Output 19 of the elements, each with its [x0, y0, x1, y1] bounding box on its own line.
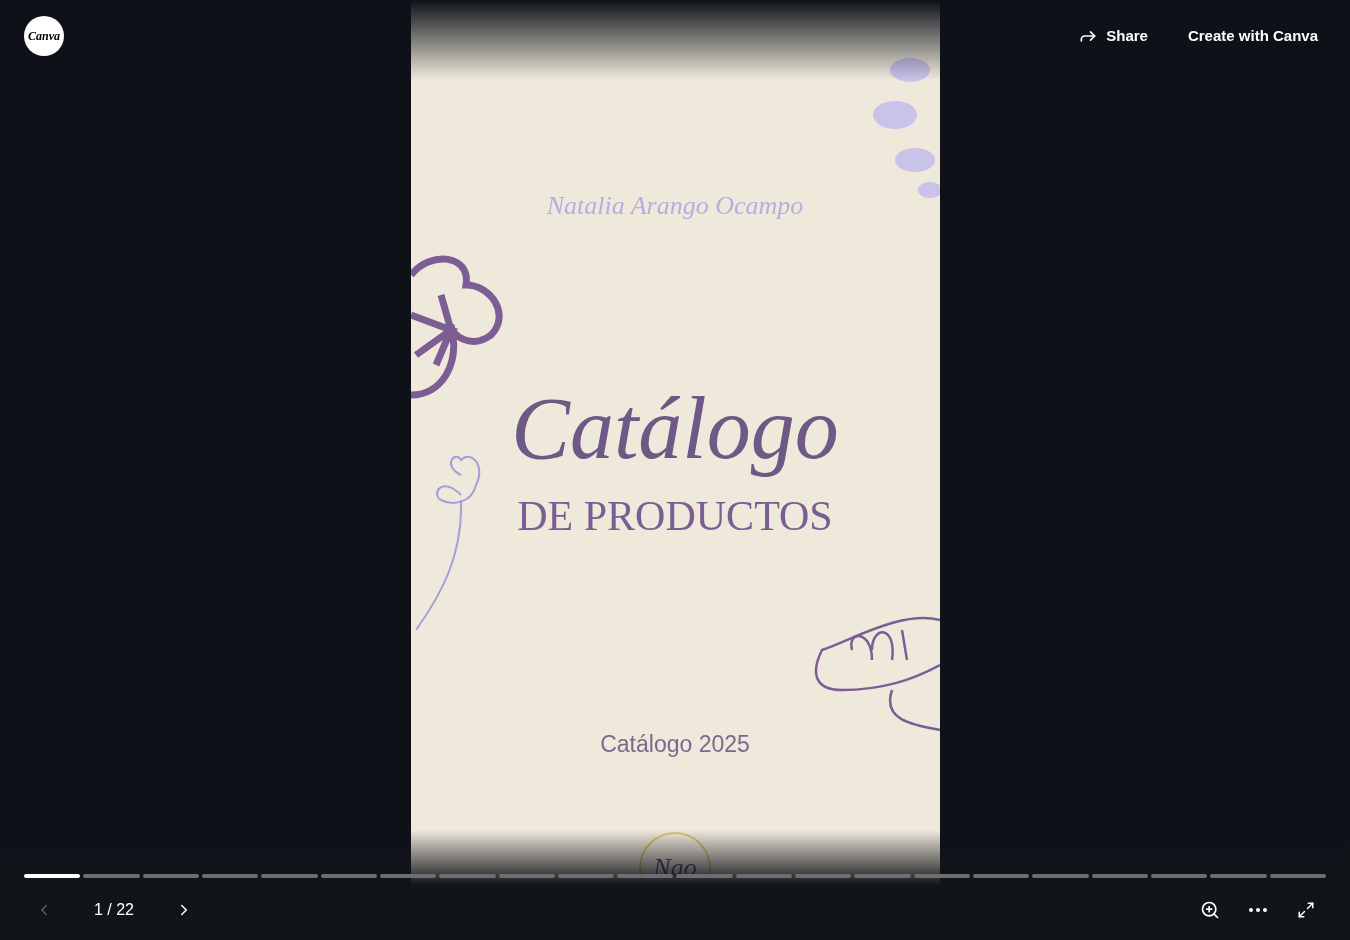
progress-segment[interactable] [201, 874, 259, 878]
create-with-canva-button[interactable]: Create with Canva [1171, 16, 1334, 56]
progress-segment[interactable] [973, 874, 1030, 878]
page-counter: 1 / 22 [93, 900, 135, 920]
progress-segment[interactable] [24, 874, 81, 878]
catalog-year: Catálogo 2025 [600, 730, 750, 759]
canva-logo[interactable]: Canva [24, 16, 64, 56]
author-name: Natalia Arango Ocampo [546, 190, 804, 222]
progress-segment[interactable] [142, 874, 199, 878]
progress-segment[interactable] [320, 874, 377, 878]
progress-segment[interactable] [1091, 874, 1148, 878]
fullscreen-icon [1297, 901, 1315, 919]
more-icon [1249, 908, 1267, 912]
share-button[interactable]: Share [1062, 16, 1164, 56]
progress-segment[interactable] [1269, 874, 1326, 878]
progress-segment[interactable] [1150, 874, 1208, 878]
zoom-in-icon [1200, 900, 1220, 920]
catalog-subtitle: DE PRODUCTOS [517, 495, 833, 537]
progress-segment[interactable] [379, 874, 437, 878]
